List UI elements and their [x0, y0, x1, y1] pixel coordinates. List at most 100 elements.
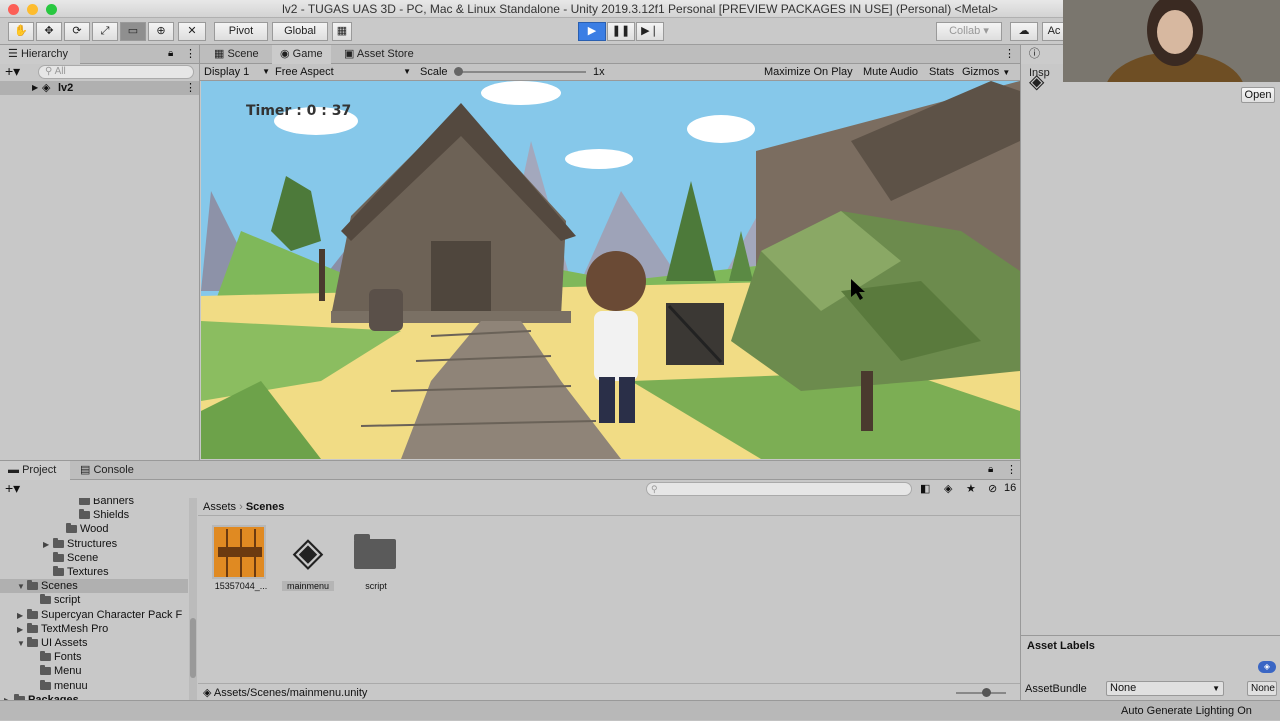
panel-menu-icon[interactable]: ⋮: [185, 47, 196, 60]
expand-arrow-icon[interactable]: ▶: [17, 623, 27, 637]
hidden-packages-icon[interactable]: ⊘: [988, 482, 997, 495]
tree-item[interactable]: ▶ TextMesh Pro: [0, 622, 188, 636]
folder-icon: [27, 608, 38, 619]
tree-item[interactable]: Shields: [0, 508, 188, 522]
tab-console[interactable]: ▤ Console: [72, 461, 142, 480]
tree-item[interactable]: ▶ Supercyan Character Pack F: [0, 608, 188, 622]
tree-item[interactable]: ▼ Scenes: [0, 579, 188, 594]
create-button[interactable]: +▾: [5, 64, 20, 78]
tree-item[interactable]: ▶ Structures: [0, 537, 188, 551]
info-icon: ⓘ: [1029, 48, 1040, 60]
play-button[interactable]: ▶: [578, 22, 606, 41]
tree-item[interactable]: Textures: [0, 565, 188, 579]
gamepad-icon: ◉: [280, 48, 290, 60]
breadcrumb-scenes[interactable]: Scenes: [246, 501, 285, 513]
hand-tool-button[interactable]: ✋: [8, 22, 34, 41]
folder-icon: [53, 537, 64, 548]
game-tabstrip: ▦ Scene ◉ Game ▣ Asset Store ⋮: [200, 45, 1020, 64]
tree-item[interactable]: menuu: [0, 679, 188, 693]
move-tool-button[interactable]: ✥: [36, 22, 62, 41]
chevron-down-icon: ▼: [403, 67, 411, 76]
folder-icon: [27, 580, 38, 591]
expand-arrow-icon[interactable]: ▶: [32, 81, 38, 95]
tree-item[interactable]: script: [0, 593, 188, 607]
scale-slider-thumb[interactable]: [454, 67, 463, 76]
assetbundle-dropdown[interactable]: None ▼: [1106, 681, 1224, 696]
scale-tool-button[interactable]: ⤢: [92, 22, 118, 41]
tree-item[interactable]: Menu: [0, 664, 188, 678]
rotate-tool-button[interactable]: ⟳: [64, 22, 90, 41]
aspect-dropdown[interactable]: Free Aspect ▼: [275, 64, 413, 80]
asset-item-mainmenu[interactable]: ◈ mainmenu: [282, 525, 334, 597]
pause-icon: ❚❚: [611, 25, 631, 37]
panel-menu-icon[interactable]: ⋮: [1004, 47, 1015, 60]
tab-scene[interactable]: ▦ Scene: [206, 45, 267, 64]
lock-icon[interactable]: 🔒︎: [988, 464, 993, 475]
custom-tools-button[interactable]: ✕: [178, 22, 206, 41]
tab-game[interactable]: ◉ Game: [272, 45, 331, 64]
expand-arrow-icon[interactable]: ▶: [17, 609, 27, 623]
zoom-window-icon[interactable]: [46, 4, 57, 15]
favorites-icon[interactable]: ★: [966, 482, 976, 495]
cloud-button[interactable]: ☁: [1010, 22, 1038, 41]
unity-scene-icon: ◈: [203, 687, 212, 699]
tab-asset-store[interactable]: ▣ Asset Store: [336, 45, 422, 64]
tree-scrollbar-thumb[interactable]: [190, 618, 196, 678]
stats-toggle[interactable]: Stats: [925, 64, 958, 80]
breadcrumb-assets[interactable]: Assets: [203, 501, 236, 513]
presenter-video-icon: [1063, 0, 1280, 82]
tree-item[interactable]: Wood: [0, 522, 188, 536]
grid-snap-button[interactable]: ▦: [332, 22, 352, 41]
tree-item[interactable]: Scene: [0, 551, 188, 565]
console-icon: ▤: [80, 464, 91, 476]
panel-menu-icon[interactable]: ⋮: [1006, 463, 1017, 476]
expand-arrow-icon[interactable]: ▼: [17, 580, 27, 594]
inspector-panel: ⓘ Insp ◈ Open Asset Labels ◈ AssetBundle…: [1020, 45, 1280, 700]
folder-icon: [79, 498, 90, 505]
tab-project[interactable]: ▬ Project: [0, 461, 70, 480]
global-toggle[interactable]: Global: [272, 22, 328, 41]
variant-dropdown[interactable]: None: [1247, 681, 1277, 696]
asset-item-script-folder[interactable]: script: [352, 525, 400, 597]
tree-item[interactable]: Banners: [0, 498, 188, 508]
scale-slider[interactable]: [454, 67, 586, 76]
asset-labels-title: Asset Labels: [1027, 640, 1095, 652]
pause-button[interactable]: ❚❚: [607, 22, 635, 41]
game-view[interactable]: Timer : 0 : 37: [201, 81, 1020, 459]
display-dropdown[interactable]: Display 1 ▼: [204, 64, 272, 80]
expand-arrow-icon[interactable]: ▶: [43, 538, 53, 552]
tree-item[interactable]: ▼ UI Assets: [0, 636, 188, 650]
unity-logo-icon: ◈: [1029, 71, 1045, 93]
tab-hierarchy[interactable]: ☰ Hierarchy: [0, 45, 80, 64]
rect-tool-button[interactable]: ▭: [120, 22, 146, 41]
project-search-input[interactable]: ⚲: [646, 482, 912, 496]
webcam-overlay: [1063, 0, 1280, 82]
mute-audio-toggle[interactable]: Mute Audio: [859, 64, 922, 80]
asset-item-image[interactable]: 15357044_...: [212, 525, 270, 597]
pivot-toggle[interactable]: Pivot: [214, 22, 268, 41]
pivot-label: Pivot: [228, 25, 254, 37]
filter-by-label-icon[interactable]: ◈: [944, 482, 952, 495]
expand-arrow-icon[interactable]: ▼: [17, 637, 27, 651]
close-window-icon[interactable]: [8, 4, 19, 15]
hierarchy-search-input[interactable]: ⚲ All: [38, 65, 194, 79]
icon-size-slider[interactable]: [956, 688, 1006, 697]
tree-item-label: TextMesh Pro: [41, 622, 109, 635]
lock-icon[interactable]: 🔒︎: [168, 48, 173, 59]
tree-item[interactable]: Fonts: [0, 650, 188, 664]
gizmos-dropdown[interactable]: Gizmos ▼: [958, 64, 1014, 81]
filter-by-type-icon[interactable]: ◧: [920, 482, 930, 495]
minimize-window-icon[interactable]: [27, 4, 38, 15]
open-button[interactable]: Open: [1241, 87, 1275, 103]
hierarchy-row-scene[interactable]: ▶ ◈ lv2 ⋮: [0, 81, 199, 95]
collab-button[interactable]: Collab ▾: [936, 22, 1002, 41]
label-tag-icon[interactable]: ◈: [1258, 661, 1276, 673]
icon-size-slider-thumb[interactable]: [982, 688, 991, 697]
transform-tool-button[interactable]: ⊕: [148, 22, 174, 41]
step-button[interactable]: ▶❘: [636, 22, 664, 41]
tree-scrollbar[interactable]: [189, 498, 197, 701]
create-button[interactable]: +▾: [5, 481, 20, 495]
maximize-on-play-toggle[interactable]: Maximize On Play: [760, 64, 857, 80]
tab-scene-label: Scene: [227, 48, 259, 60]
scene-menu-icon[interactable]: ⋮: [185, 81, 196, 95]
